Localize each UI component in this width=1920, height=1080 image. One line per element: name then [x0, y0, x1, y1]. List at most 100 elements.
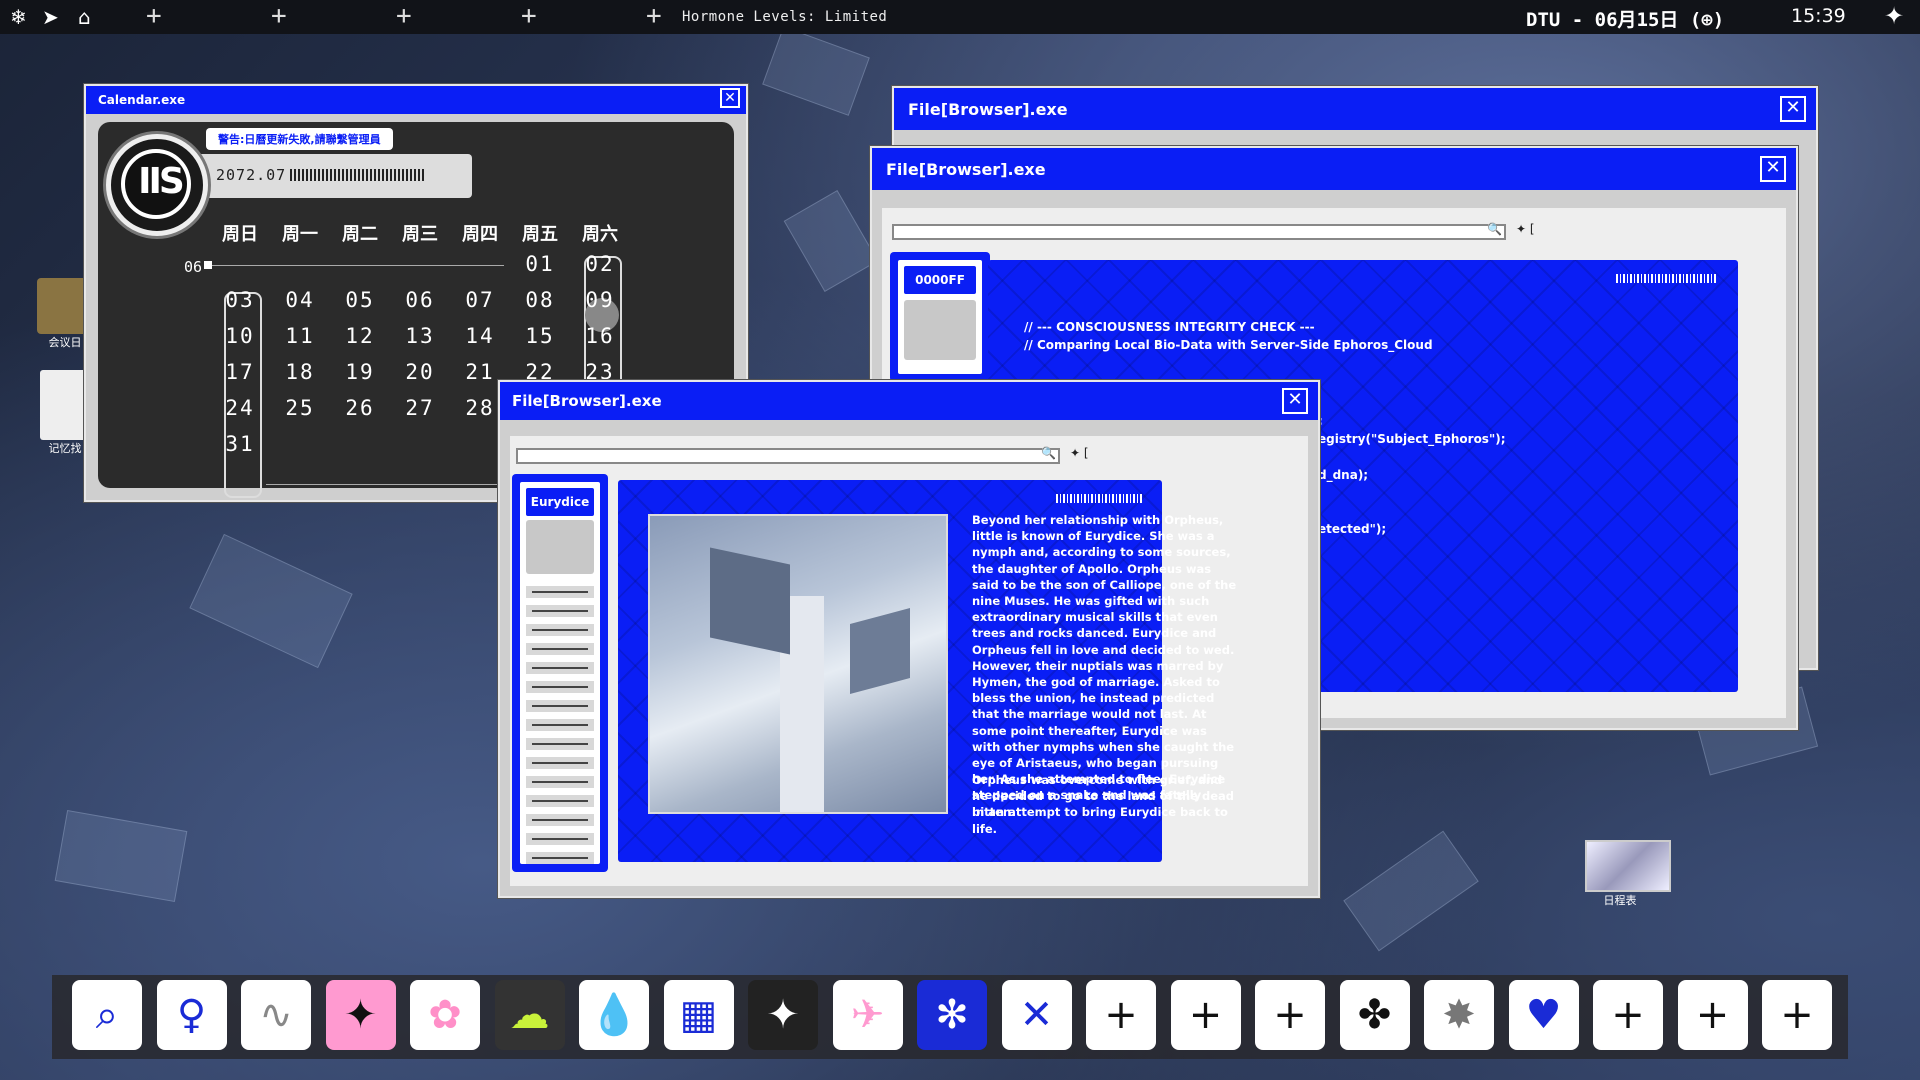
plus-icon[interactable]: +: [1255, 980, 1325, 1050]
calendar-day[interactable]: 06: [400, 288, 440, 312]
weekday-header: 周四: [462, 224, 498, 245]
cloud-icon[interactable]: ☁: [494, 980, 565, 1050]
flower-icon[interactable]: ✿: [410, 980, 480, 1050]
calendar-day[interactable]: 04: [280, 288, 320, 312]
plus-icon[interactable]: +: [1170, 980, 1241, 1050]
barcode: [1056, 494, 1144, 503]
calendar-day[interactable]: 07: [460, 288, 500, 312]
paper-plane-icon[interactable]: ➤: [42, 4, 59, 30]
weekday-header: 周日: [222, 224, 258, 245]
plus-icon[interactable]: +: [1593, 980, 1663, 1050]
sidebar-file-entry[interactable]: [526, 776, 594, 788]
sidebar-file-entry[interactable]: [526, 586, 594, 598]
checker-icon[interactable]: ▦: [663, 980, 734, 1050]
add-tab-button[interactable]: +: [521, 2, 537, 30]
browser-titlebar[interactable]: File[Browser].exe ✕: [872, 148, 1796, 190]
close-button[interactable]: ✕: [1760, 156, 1786, 182]
month-slider-handle[interactable]: [204, 261, 212, 269]
calendar-day[interactable]: 02: [580, 252, 620, 276]
home-icon[interactable]: ⌂: [78, 4, 91, 30]
search-doc-icon[interactable]: ⌕: [72, 980, 142, 1050]
sidebar-tag[interactable]: 0000FF: [904, 266, 976, 294]
add-tab-button[interactable]: +: [271, 2, 287, 30]
browser-titlebar[interactable]: File[Browser].exe ✕: [894, 88, 1816, 130]
plus-icon[interactable]: +: [1677, 980, 1748, 1050]
calendar-day[interactable]: 19: [340, 360, 380, 384]
snowflake-icon[interactable]: ❄: [10, 4, 27, 30]
sidebar-file-entry[interactable]: [526, 814, 594, 826]
calendar-day[interactable]: 21: [460, 360, 500, 384]
desktop-icon-schedule[interactable]: 日程表: [1585, 840, 1671, 908]
calendar-day[interactable]: 18: [280, 360, 320, 384]
add-tab-button[interactable]: +: [646, 2, 662, 30]
weekday-header: 周六: [582, 224, 618, 245]
sidebar-file-entry[interactable]: [526, 681, 594, 693]
sidebar-tag[interactable]: Eurydice: [526, 488, 594, 516]
sidebar-file-entry[interactable]: [526, 719, 594, 731]
calendar-day[interactable]: 05: [340, 288, 380, 312]
sidebar-file-entry[interactable]: [526, 833, 594, 845]
calendar-day[interactable]: 28: [460, 396, 500, 420]
search-icon[interactable]: 🔍: [1487, 222, 1502, 236]
divider: [266, 484, 506, 485]
calendar-day[interactable]: 17: [220, 360, 260, 384]
calendar-day[interactable]: 15: [520, 324, 560, 348]
calendar-day[interactable]: 14: [460, 324, 500, 348]
calendar-day[interactable]: 01: [520, 252, 560, 276]
close-button[interactable]: ✕: [1780, 96, 1806, 122]
sidebar-file-entry[interactable]: [526, 852, 594, 864]
calendar-day[interactable]: 20: [400, 360, 440, 384]
sparkle-icon[interactable]: ✦: [1884, 2, 1904, 30]
calendar-day[interactable]: 13: [400, 324, 440, 348]
clover-icon[interactable]: ✤: [1339, 980, 1410, 1050]
plus-icon[interactable]: +: [1762, 980, 1832, 1050]
sidebar-file-entry[interactable]: [526, 624, 594, 636]
search-input[interactable]: 🔍: [892, 222, 1506, 240]
calendar-day[interactable]: 31: [220, 432, 260, 456]
calendar-day[interactable]: 03: [220, 288, 260, 312]
sidebar-file-entry[interactable]: [526, 662, 594, 674]
sidebar-file-entry[interactable]: [526, 757, 594, 769]
calendar-day[interactable]: 25: [280, 396, 320, 420]
calendar-day[interactable]: 16: [580, 324, 620, 348]
plane-icon[interactable]: ✈: [832, 980, 903, 1050]
close-button[interactable]: ✕: [720, 88, 740, 108]
window-title: File[Browser].exe: [886, 160, 1046, 179]
burst-icon[interactable]: ✸: [1424, 980, 1494, 1050]
sparkle-icon[interactable]: ✦: [325, 980, 396, 1050]
calendar-day[interactable]: 26: [340, 396, 380, 420]
calendar-day[interactable]: 24: [220, 396, 260, 420]
file-browser-window-front: File[Browser].exe ✕ 🔍 ✦ [ Eurydice Beyon…: [498, 380, 1320, 898]
sidebar-file-entry[interactable]: [526, 738, 594, 750]
browser-titlebar[interactable]: File[Browser].exe ✕: [500, 382, 1318, 420]
calendar-day[interactable]: 08: [520, 288, 560, 312]
add-tab-button[interactable]: +: [396, 2, 412, 30]
sidebar-preview: [526, 520, 594, 574]
search-icon[interactable]: 🔍: [1041, 446, 1056, 460]
search-input[interactable]: 🔍: [516, 446, 1060, 464]
sidebar-file-entry[interactable]: [526, 605, 594, 617]
sidebar-file-entry[interactable]: [526, 643, 594, 655]
plus-icon[interactable]: +: [1086, 980, 1156, 1050]
sidebar-file-entry[interactable]: [526, 700, 594, 712]
cross-icon[interactable]: ✕: [1001, 980, 1072, 1050]
asterisk-icon[interactable]: ✻: [917, 980, 987, 1050]
calendar-day[interactable]: 11: [280, 324, 320, 348]
add-tab-button[interactable]: +: [146, 2, 162, 30]
date-display: DTU - 06月15日 (⊕): [1526, 9, 1725, 31]
glitch-icon[interactable]: ∿: [241, 980, 311, 1050]
calendar-day-selected[interactable]: 09: [580, 288, 620, 312]
sidebar-file-entry[interactable]: [526, 795, 594, 807]
building-photo: [648, 514, 948, 814]
calendar-titlebar[interactable]: Calendar.exe ✕: [86, 86, 746, 114]
drop-icon[interactable]: 💧: [579, 980, 649, 1050]
close-button[interactable]: ✕: [1282, 388, 1308, 414]
star-icon[interactable]: ✦: [748, 980, 818, 1050]
month-slider[interactable]: [208, 265, 504, 266]
calendar-day[interactable]: 27: [400, 396, 440, 420]
heart-icon[interactable]: ♥: [1508, 980, 1579, 1050]
content-panel: Beyond her relationship with Orpheus, li…: [618, 480, 1236, 862]
calendar-day[interactable]: 10: [220, 324, 260, 348]
angel-icon[interactable]: ♀: [156, 980, 227, 1050]
calendar-day[interactable]: 12: [340, 324, 380, 348]
